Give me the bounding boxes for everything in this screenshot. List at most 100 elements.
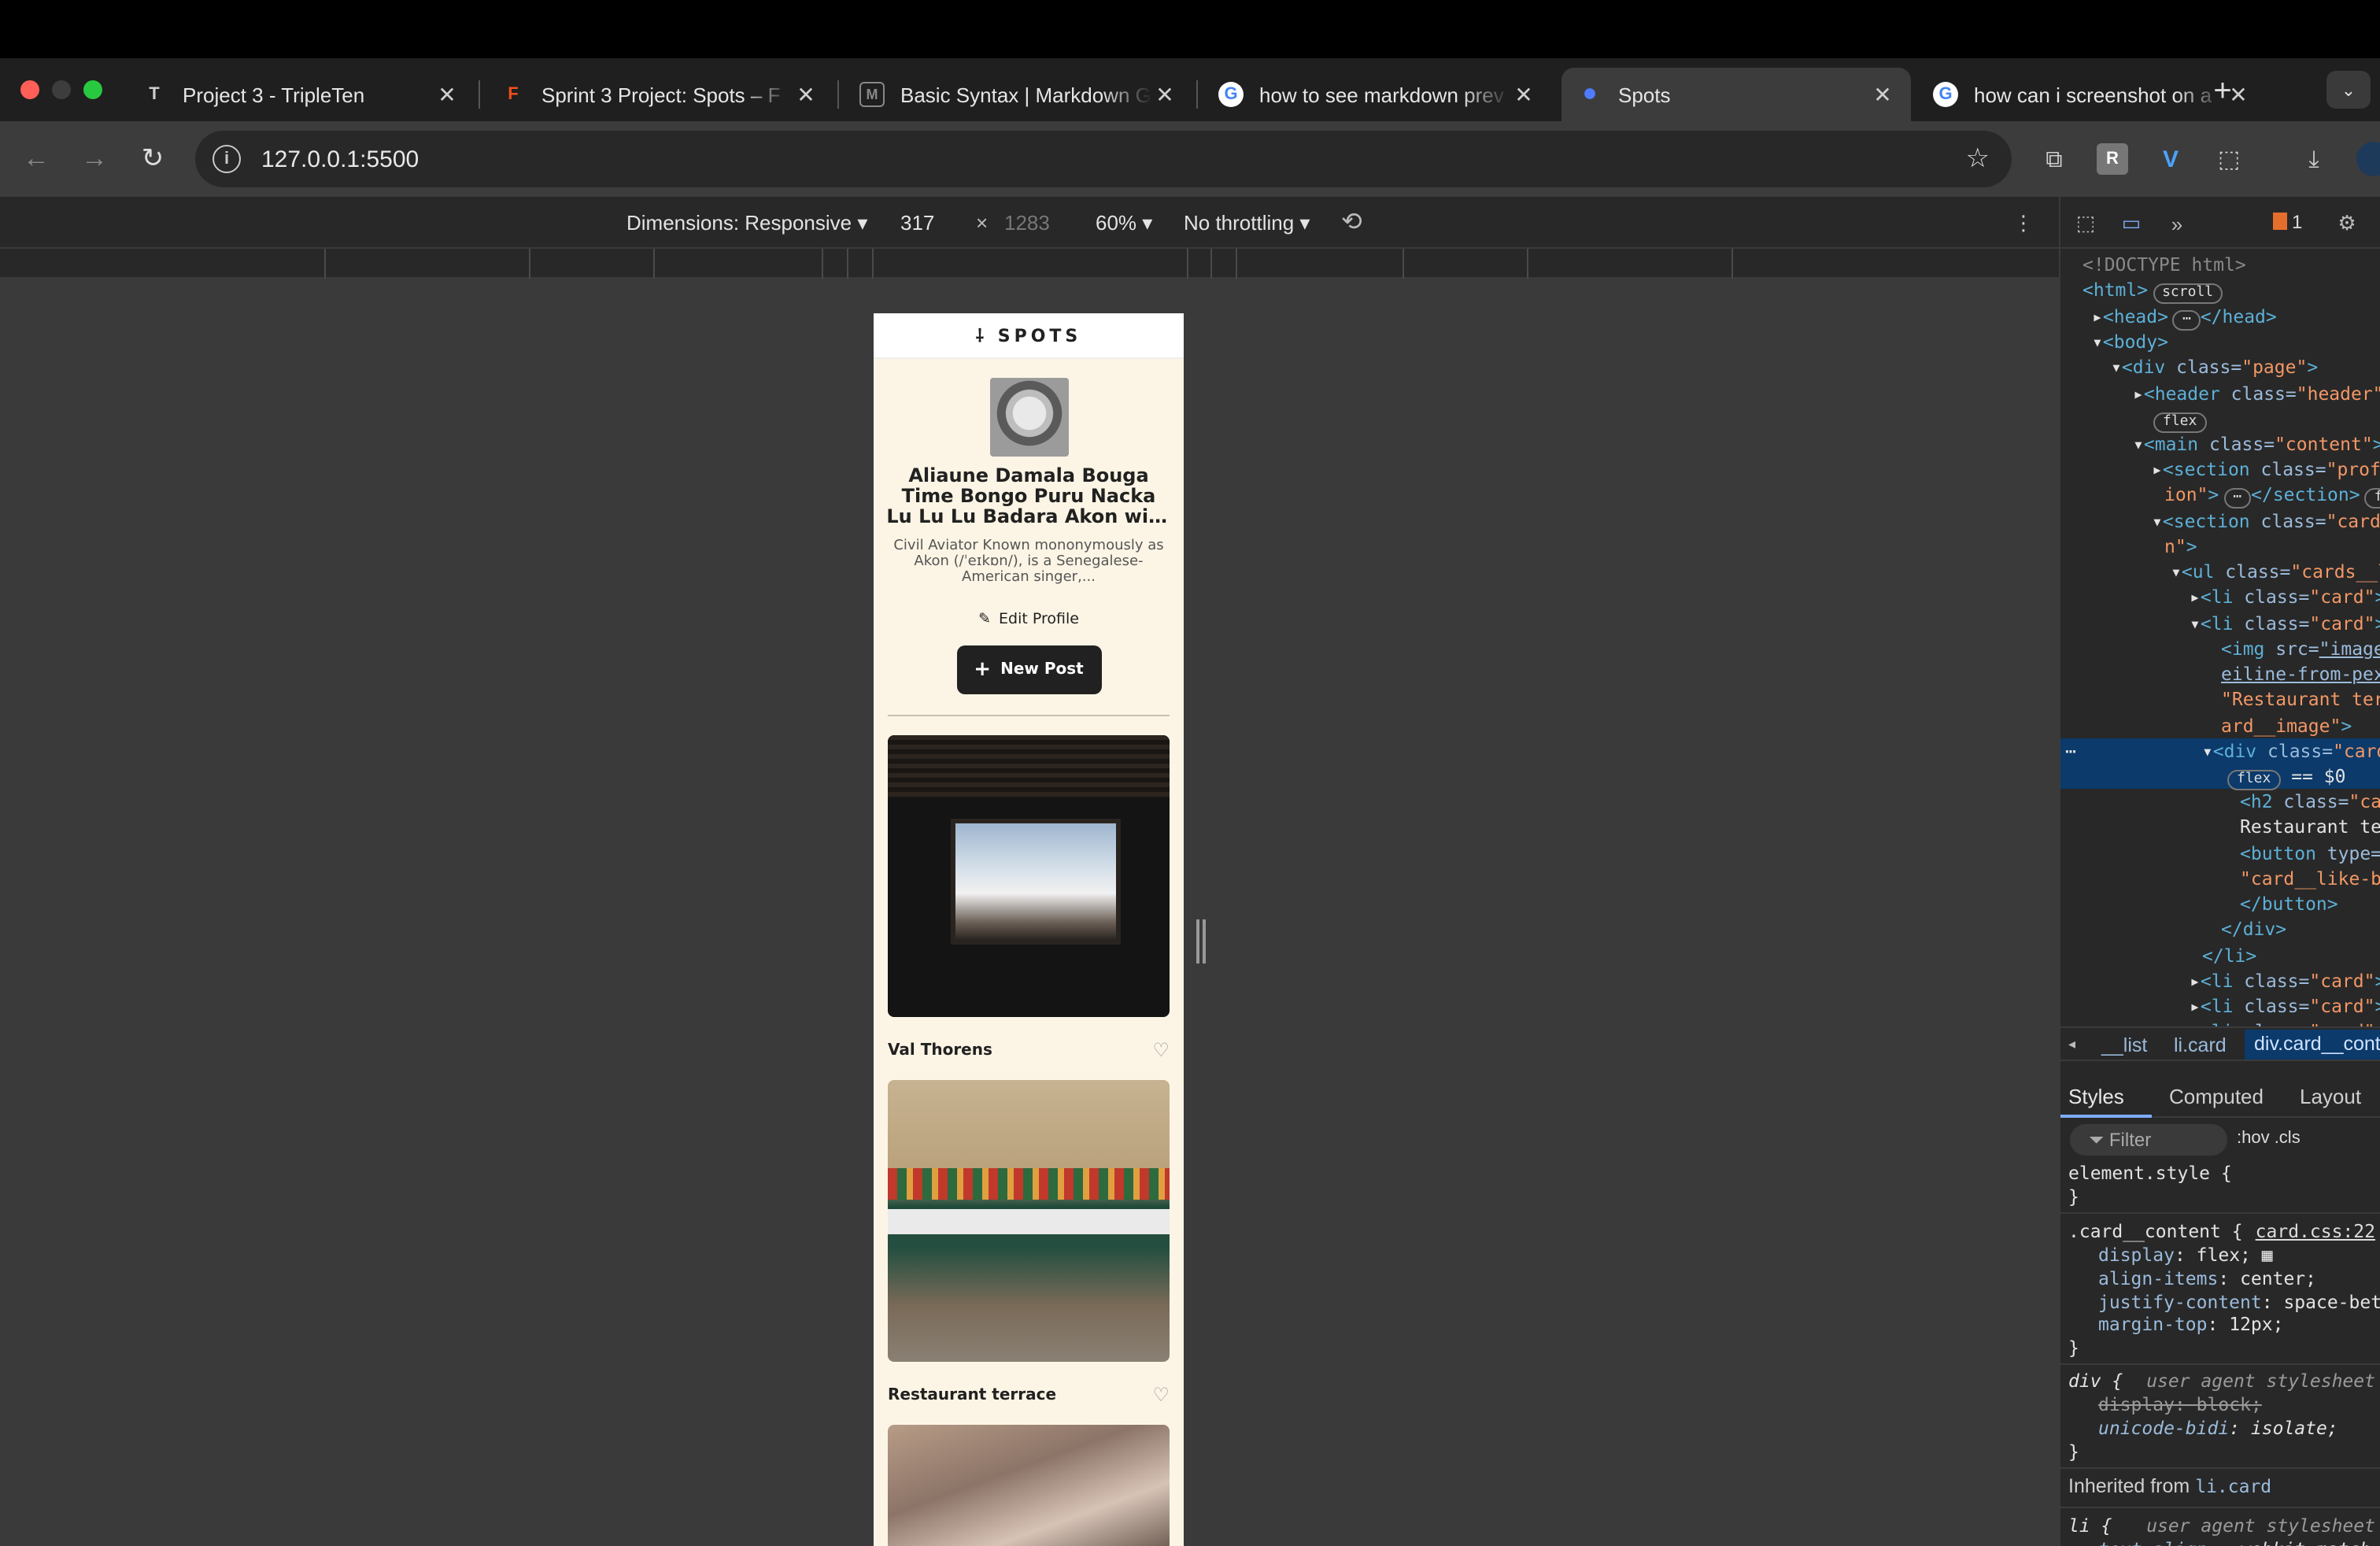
minimize-window-button[interactable] bbox=[52, 80, 71, 99]
card-image[interactable] bbox=[888, 1080, 1170, 1362]
dimensions-select[interactable]: Dimensions: Responsive ▾ bbox=[626, 211, 867, 236]
dom-line[interactable]: n"> bbox=[2164, 534, 2380, 560]
address-bar[interactable]: i 127.0.0.1:5500 ☆ bbox=[195, 131, 2012, 187]
card-image[interactable] bbox=[888, 1425, 1170, 1546]
more-panels-icon[interactable]: » bbox=[2164, 211, 2190, 236]
dom-line[interactable]: ▾<li class="card"> bbox=[2190, 611, 2380, 637]
dom-line[interactable]: ion">⋯</section>flex bbox=[2164, 482, 2380, 509]
dom-line[interactable]: <img src="images/2-phot bbox=[2221, 636, 2380, 662]
reload-icon[interactable]: ↻ bbox=[137, 143, 168, 175]
new-post-button[interactable]: + New Post bbox=[956, 645, 1101, 694]
bookmark-star-icon[interactable]: ☆ bbox=[1966, 143, 1990, 175]
tab-markdown-syntax[interactable]: M Basic Syntax | Markdown G ✕ bbox=[844, 68, 1193, 121]
tab-markdown-preview-search[interactable]: G how to see markdown prev ✕ bbox=[1203, 68, 1552, 121]
zoom-window-button[interactable] bbox=[83, 80, 102, 99]
vimeo-icon[interactable]: V bbox=[2155, 143, 2186, 175]
dom-line[interactable]: "Restaurant terrace" cl bbox=[2221, 686, 2380, 712]
dom-line[interactable]: ▾<div class="page"> bbox=[2111, 354, 2380, 380]
breadcrumb-list[interactable]: __list bbox=[2101, 1034, 2147, 1056]
tab-project-3[interactable]: T Project 3 - TripleTen ✕ bbox=[126, 68, 475, 121]
dom-line[interactable]: <!DOCTYPE html> bbox=[2082, 252, 2380, 278]
device-toggle-icon[interactable]: ▭ bbox=[2119, 211, 2144, 236]
inherited-link[interactable]: li.card bbox=[2195, 1475, 2271, 1497]
heart-like-icon[interactable]: ♡ bbox=[1152, 1039, 1170, 1061]
filter-options[interactable]: :hov .cls bbox=[2237, 1129, 2301, 1148]
rule-prop[interactable]: unicode-bidi: isolate; bbox=[2098, 1417, 2380, 1440]
tab-layout[interactable]: Layout bbox=[2300, 1085, 2361, 1108]
dom-line[interactable]: ▸<li class="card">⋯</li> bbox=[2190, 584, 2380, 610]
rule-prop[interactable]: justify-content: space-between; bbox=[2098, 1291, 2380, 1314]
tab-spots[interactable]: ● Spots ✕ bbox=[1561, 68, 1911, 121]
dom-line[interactable]: Restaurant terrace</h bbox=[2240, 814, 2380, 840]
heart-like-icon[interactable]: ♡ bbox=[1152, 1384, 1170, 1406]
media-query-ruler[interactable] bbox=[0, 249, 2059, 279]
dom-line[interactable]: </button> bbox=[2240, 891, 2380, 917]
height-input[interactable]: 1283 bbox=[1004, 211, 1050, 235]
scroll-left-icon[interactable]: ◂ bbox=[2068, 1036, 2075, 1053]
close-tab-icon[interactable]: ✕ bbox=[1870, 81, 1895, 108]
site-info-icon[interactable]: i bbox=[213, 145, 241, 173]
dom-line[interactable]: </li> bbox=[2202, 943, 2380, 969]
spots-logo[interactable]: ⸸ SPOTS bbox=[976, 324, 1082, 347]
dom-line[interactable]: </div> bbox=[2221, 916, 2380, 942]
close-tab-icon[interactable]: ✕ bbox=[1511, 81, 1536, 108]
breadcrumb-card-content[interactable]: div.card__content bbox=[2245, 1030, 2380, 1060]
dom-line[interactable]: ▸<section class="profile page bbox=[2152, 457, 2380, 483]
rule-prop[interactable]: margin-top: 12px; bbox=[2098, 1313, 2380, 1336]
dom-line[interactable]: <html> scroll bbox=[2082, 277, 2380, 304]
zoom-select[interactable]: 60% ▾ bbox=[1096, 211, 1152, 236]
breadcrumb-li-card[interactable]: li.card bbox=[2174, 1034, 2227, 1056]
profile-avatar-icon[interactable] bbox=[2356, 142, 2380, 176]
device-options-icon[interactable]: ⋮ bbox=[2013, 211, 2034, 236]
dom-line[interactable]: ▾<section class="cards page__ bbox=[2152, 509, 2380, 534]
dom-line[interactable]: <button type="button" bbox=[2240, 841, 2380, 867]
dom-line[interactable]: ▾<main class="content"> bbox=[2133, 431, 2380, 457]
extension-r-icon[interactable]: R bbox=[2097, 143, 2128, 175]
rotate-icon[interactable]: ⟲ bbox=[1341, 206, 1362, 238]
dom-line-selected[interactable]: ⋯▾<div class="card__conte bbox=[2060, 738, 2380, 764]
dom-line[interactable]: ▾<body> bbox=[2092, 329, 2380, 355]
settings-gear-icon[interactable]: ⚙ bbox=[2334, 211, 2360, 236]
elements-tree[interactable]: <!DOCTYPE html> <html> scroll ▸<head> ⋯ </h… bbox=[2060, 249, 2380, 1042]
dom-line[interactable]: <h2 class="card__titl bbox=[2240, 789, 2380, 815]
rule-element-style[interactable]: element.style { bbox=[2068, 1162, 2380, 1185]
url-text[interactable]: 127.0.0.1:5500 bbox=[261, 146, 419, 172]
rule-prop[interactable]: display: flex; ▦ bbox=[2098, 1244, 2380, 1267]
tab-search-button[interactable]: ⌄ bbox=[2326, 71, 2371, 109]
close-window-button[interactable] bbox=[20, 80, 39, 99]
back-icon[interactable]: ← bbox=[20, 143, 52, 175]
puzzle-extensions-icon[interactable]: ⬚ bbox=[2213, 143, 2245, 175]
rule-prop[interactable]: text-align: -webkit-match-parent; bbox=[2098, 1538, 2380, 1546]
resize-handle-right[interactable] bbox=[1196, 919, 1206, 963]
throttling-select[interactable]: No throttling ▾ bbox=[1184, 211, 1310, 236]
card-image[interactable] bbox=[888, 735, 1170, 1017]
close-tab-icon[interactable]: ✕ bbox=[434, 81, 460, 108]
flex-editor-icon[interactable]: ▦ bbox=[2262, 1244, 2273, 1266]
edit-profile-button[interactable]: ✎ Edit Profile bbox=[886, 611, 1171, 628]
inspect-element-icon[interactable]: ⬚ bbox=[2073, 211, 2098, 236]
dom-line[interactable]: "card__like-button"> bbox=[2240, 866, 2380, 892]
width-input[interactable]: 317 bbox=[900, 211, 934, 235]
rule-prop[interactable]: align-items: center; bbox=[2098, 1267, 2380, 1290]
dom-line[interactable]: ▸<li class="card">⋯</li> bbox=[2190, 993, 2380, 1019]
dom-line[interactable]: ▾<ul class="cards__list"> bbox=[2171, 559, 2380, 585]
new-tab-button[interactable]: + bbox=[2204, 74, 2241, 110]
close-tab-icon[interactable]: ✕ bbox=[1152, 81, 1177, 108]
tab-styles[interactable]: Styles bbox=[2068, 1085, 2124, 1108]
dom-line-selected[interactable]: flex == $0 bbox=[2060, 764, 2380, 790]
dom-line[interactable]: ▸<header class="header">⋯</he bbox=[2133, 381, 2380, 407]
rule-source-link[interactable]: card.css:22 bbox=[2256, 1220, 2375, 1243]
issues-counter[interactable]: 1 bbox=[2273, 211, 2302, 233]
dom-line[interactable]: ard__image"> bbox=[2221, 713, 2380, 739]
styles-filter-input[interactable]: ⏷ Filter bbox=[2070, 1124, 2227, 1156]
dom-line[interactable]: eiline-from-pexels.jpg" bbox=[2221, 661, 2380, 687]
tab-computed[interactable]: Computed bbox=[2169, 1085, 2264, 1108]
rule-prop-overridden[interactable]: display: block; bbox=[2098, 1393, 2380, 1416]
close-tab-icon[interactable]: ✕ bbox=[793, 81, 819, 108]
extension-icon[interactable]: ⧉ bbox=[2038, 143, 2070, 175]
forward-icon[interactable]: → bbox=[79, 143, 110, 175]
dom-line[interactable]: ▸<head> ⋯ </head> bbox=[2092, 304, 2380, 331]
dom-line[interactable]: ▸<li class="card">⋯</li> bbox=[2190, 968, 2380, 994]
tab-sprint-3[interactable]: F Sprint 3 Project: Spots – F ✕ bbox=[485, 68, 834, 121]
download-icon[interactable]: ⤓ bbox=[2298, 143, 2330, 175]
